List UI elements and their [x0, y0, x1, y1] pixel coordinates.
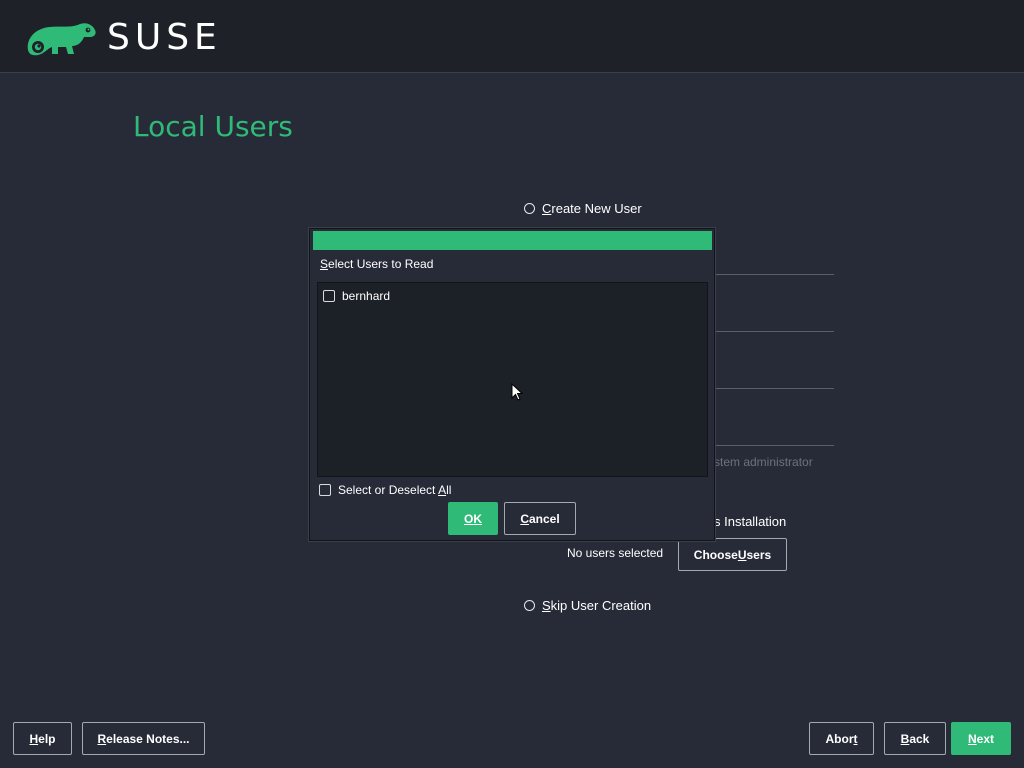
header-bar: SUSE [0, 0, 1024, 73]
user-name: bernhard [342, 289, 391, 303]
field-underline [714, 274, 834, 275]
admin-hint-text: ystem administrator [708, 455, 813, 469]
ok-button[interactable]: OK [448, 502, 498, 535]
list-item[interactable]: bernhard [323, 289, 390, 303]
cancel-button[interactable]: Cancel [504, 502, 576, 535]
radio-icon [524, 203, 535, 214]
mouse-cursor-icon [511, 383, 523, 401]
import-users-label: s Installation [714, 514, 787, 529]
dialog-titlebar[interactable] [313, 231, 712, 250]
release-notes-button[interactable]: Release Notes... [82, 722, 205, 755]
page-title: Local Users [133, 110, 293, 143]
create-new-user-label: Create New User [542, 201, 642, 216]
select-all-label: Select or Deselect All [338, 483, 452, 497]
choose-users-button[interactable]: Choose Users [678, 538, 787, 571]
brand-wordmark: SUSE [107, 17, 222, 58]
checkbox-icon[interactable] [319, 484, 331, 496]
no-users-selected-text: No users selected [567, 546, 664, 560]
select-all-checkbox[interactable]: Select or Deselect All [319, 483, 451, 497]
skip-user-creation-label: Skip User Creation [542, 598, 652, 613]
field-underline [714, 331, 834, 332]
users-listbox[interactable]: bernhard [317, 282, 708, 477]
help-button[interactable]: Help [13, 722, 72, 755]
dialog-label: Select Users to Read [320, 257, 434, 271]
next-button[interactable]: Next [951, 722, 1011, 755]
abort-button[interactable]: Abor t [809, 722, 874, 755]
checkbox-icon[interactable] [323, 290, 335, 302]
back-button[interactable]: Back [884, 722, 946, 755]
field-underline [714, 388, 834, 389]
create-new-user-radio[interactable]: Create New User [524, 201, 642, 216]
field-underline [714, 445, 834, 446]
skip-user-creation-radio[interactable]: Skip User Creation [524, 598, 651, 613]
chameleon-icon [27, 23, 96, 56]
radio-icon [524, 600, 535, 611]
